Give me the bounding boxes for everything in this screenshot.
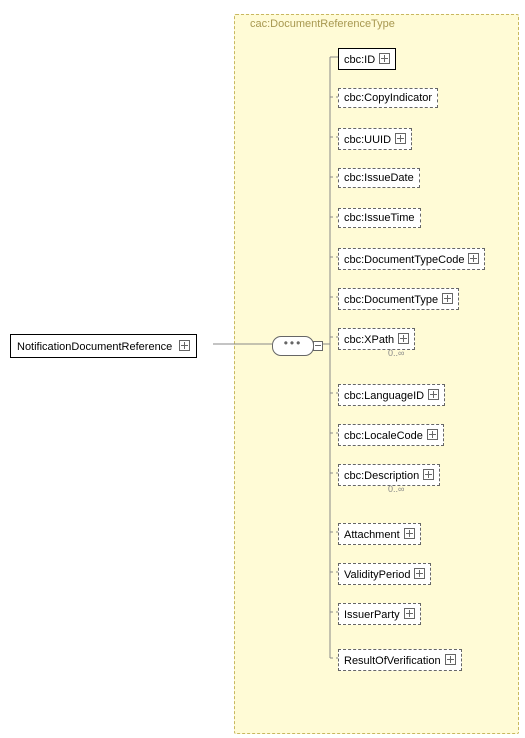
expand-icon[interactable] (414, 568, 425, 579)
expand-icon[interactable] (379, 53, 390, 64)
schema-node[interactable]: cbc:CopyIndicator (338, 88, 438, 108)
expand-icon[interactable] (427, 429, 438, 440)
expand-icon[interactable] (445, 654, 456, 665)
node-label: cbc:XPath (344, 334, 394, 346)
expand-icon[interactable] (404, 528, 415, 539)
node-label: cbc:IssueDate (344, 172, 414, 184)
cardinality-label: 0..∞ (388, 484, 404, 494)
expand-icon[interactable] (313, 341, 323, 351)
node-label: cbc:LocaleCode (344, 430, 423, 442)
schema-node[interactable]: cbc:DocumentType (338, 288, 459, 310)
expand-icon[interactable] (428, 389, 439, 400)
schema-node[interactable]: cbc:LocaleCode (338, 424, 444, 446)
node-label: cbc:IssueTime (344, 212, 415, 224)
schema-node[interactable]: cbc:LanguageID (338, 384, 445, 406)
expand-icon[interactable] (179, 340, 190, 351)
schema-node[interactable]: cbc:IssueDate (338, 168, 420, 188)
schema-node[interactable]: Attachment (338, 523, 421, 545)
expand-icon[interactable] (423, 469, 434, 480)
expand-icon[interactable] (468, 253, 479, 264)
sequence-compositor[interactable] (272, 336, 314, 356)
schema-node[interactable]: cbc:DocumentTypeCode (338, 248, 485, 270)
node-label: ResultOfVerification (344, 655, 441, 667)
schema-node[interactable]: IssuerParty (338, 603, 421, 625)
node-label: IssuerParty (344, 609, 400, 621)
node-label: ValidityPeriod (344, 569, 410, 581)
schema-node[interactable]: ResultOfVerification (338, 649, 462, 671)
expand-icon[interactable] (395, 133, 406, 144)
node-label: Attachment (344, 529, 400, 541)
schema-node[interactable]: cbc:XPath (338, 328, 415, 350)
schema-node[interactable]: ValidityPeriod (338, 563, 431, 585)
node-label: cbc:Description (344, 470, 419, 482)
root-label: NotificationDocumentReference (17, 341, 172, 353)
schema-node[interactable]: cbc:ID (338, 48, 396, 70)
expand-icon[interactable] (404, 608, 415, 619)
connector-lines (0, 0, 525, 738)
node-label: cbc:LanguageID (344, 390, 424, 402)
expand-icon[interactable] (442, 293, 453, 304)
schema-node[interactable]: cbc:Description (338, 464, 440, 486)
node-label: cbc:DocumentTypeCode (344, 254, 464, 266)
cardinality-label: 0..∞ (388, 348, 404, 358)
schema-node[interactable]: cbc:IssueTime (338, 208, 421, 228)
schema-node[interactable]: cbc:UUID (338, 128, 412, 150)
node-label: cbc:ID (344, 54, 375, 66)
expand-icon[interactable] (398, 333, 409, 344)
node-label: cbc:UUID (344, 134, 391, 146)
node-label: cbc:DocumentType (344, 294, 438, 306)
root-element[interactable]: NotificationDocumentReference (10, 334, 197, 358)
node-label: cbc:CopyIndicator (344, 92, 432, 104)
